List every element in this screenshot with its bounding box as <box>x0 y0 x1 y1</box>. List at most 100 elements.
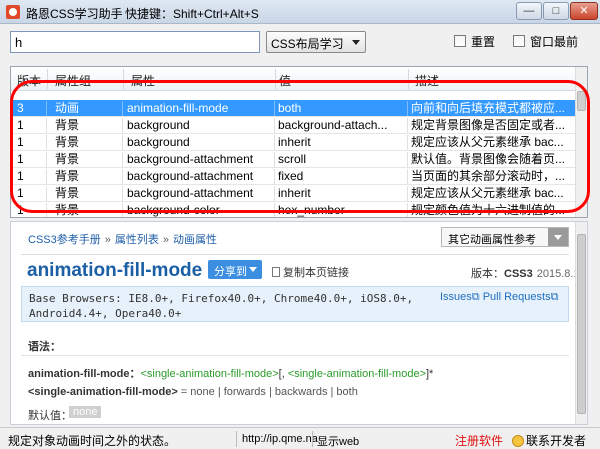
related-reference-select[interactable]: 其它动画属性参考 <box>441 227 569 247</box>
chevron-down-icon <box>352 40 360 45</box>
page-title: animation-fill-mode <box>27 260 203 281</box>
doc-panel: CSS3参考手册» 属性列表» 动画属性 其它动画属性参考 animation-fi… <box>10 221 588 425</box>
table-row[interactable]: 1 背景 background-attachment inherit 规定应该从父元素继… <box>11 185 577 202</box>
version-value: CSS3 <box>504 268 533 280</box>
cell-desc: 默认值。背景图像会随着页... <box>411 152 566 166</box>
copy-link-label: 复制本页链接 <box>283 267 349 279</box>
search-input[interactable] <box>10 31 260 53</box>
cell-value: fixed <box>274 169 408 184</box>
cell-group: 动画 <box>51 101 123 116</box>
table-scrollbar[interactable] <box>575 67 587 217</box>
breadcrumb-item[interactable]: 属性列表 <box>115 234 159 246</box>
cell-prop: background-attachment <box>123 186 275 201</box>
chevron-down-icon <box>548 228 568 246</box>
browser-support: Base Browsers: IE8.0+, Firefox40.0+, Chr… <box>29 292 414 320</box>
header-property[interactable]: 属性 <box>131 72 155 89</box>
cell-version: 1 <box>13 169 47 184</box>
breadcrumb: CSS3参考手册» 属性列表» 动画属性 <box>28 234 217 246</box>
topmost-checkbox[interactable] <box>513 35 525 47</box>
cell-version: 1 <box>13 203 47 217</box>
syntax-line-2: <single-animation-fill-mode> = none | fo… <box>28 386 358 398</box>
cell-desc: 规定颜色值为十六进制值的... <box>411 203 566 217</box>
table-row[interactable]: 1 背景 background-attachment scroll 默认值。背景图像会随… <box>11 151 577 168</box>
cell-version: 3 <box>13 101 47 116</box>
cell-group: 背景 <box>51 152 123 167</box>
topmost-label: 窗口最前 <box>530 35 579 49</box>
status-mode[interactable]: 显示web <box>317 433 359 449</box>
table-row[interactable]: 1 背景 background-attachment fixed 当页面的其余部分滚动时… <box>11 168 577 185</box>
cell-value: inherit <box>274 186 408 201</box>
table-row[interactable]: 1 背景 background-color hex_number 规定颜色值为十六进制值… <box>11 202 577 217</box>
table-row[interactable]: 1 背景 background inherit 规定应该从父元素继承 bac... <box>11 134 577 151</box>
cell-value: scroll <box>274 152 408 167</box>
reset-checkbox[interactable] <box>454 35 466 47</box>
cell-version: 1 <box>13 118 47 133</box>
cell-desc: 规定应该从父元素继承 bac... <box>411 186 564 200</box>
cell-version: 1 <box>13 186 47 201</box>
table-header: 版本 属性组 属性 值 描述 <box>11 67 577 91</box>
chevron-down-icon <box>249 267 257 272</box>
external-link-icon: ⧉ <box>550 291 559 303</box>
table-row[interactable]: 3 动画 animation-fill-mode both 向前和向后填充模式都被应..… <box>11 100 577 117</box>
cell-prop: background <box>123 118 275 133</box>
contact-developer-button[interactable]: 联系开发者 <box>512 432 586 449</box>
cell-prop: background-color <box>123 203 275 217</box>
document-icon <box>272 267 280 277</box>
maximize-button[interactable]: □ <box>543 2 569 20</box>
status-bar: 规定对象动画时间之外的状态。 http://ip.qme.na 显示web 注册… <box>0 427 600 449</box>
title-bar: 路恩CSS学习助手 快捷键：Shift+Ctrl+Alt+S — □ ✕ <box>0 0 600 24</box>
cell-desc: 当页面的其余部分滚动时，... <box>411 169 566 183</box>
related-reference-value: 其它动画属性参考 <box>448 234 536 246</box>
copy-link-button[interactable]: 复制本页链接 <box>272 264 349 280</box>
doc-scroll-thumb[interactable] <box>577 234 586 414</box>
divider <box>21 254 569 255</box>
syntax-line-1: animation-fill-mode：<single-animation-fi… <box>28 368 434 380</box>
cell-value: background-attach... <box>274 118 408 133</box>
contact-label: 联系开发者 <box>526 434 587 448</box>
header-value[interactable]: 值 <box>279 72 291 89</box>
table-row[interactable]: 1 背景 background background-attach... 规定背景图像是… <box>11 117 577 134</box>
share-label: 分享到 <box>214 266 247 278</box>
status-url[interactable]: http://ip.qme.na <box>242 433 318 445</box>
breadcrumb-item[interactable]: CSS3参考手册 <box>28 234 101 246</box>
breadcrumb-item[interactable]: 动画属性 <box>173 234 217 246</box>
status-description: 规定对象动画时间之外的状态。 <box>8 434 177 448</box>
doc-scrollbar[interactable] <box>575 222 587 424</box>
cell-value: both <box>274 101 408 116</box>
category-select-value: CSS布局学习 <box>271 37 344 51</box>
default-value: none <box>69 406 102 418</box>
cell-prop: background <box>123 135 275 150</box>
cell-desc: 规定背景图像是否固定或者... <box>411 118 566 132</box>
app-logo-icon <box>6 5 20 19</box>
cell-value: inherit <box>274 135 408 150</box>
reset-label: 重置 <box>471 35 496 49</box>
default-label: 默认值： <box>28 410 72 422</box>
external-link-icon: ⧉ <box>471 291 480 303</box>
minimize-button[interactable]: — <box>516 2 542 20</box>
cell-desc: 规定应该从父元素继承 bac... <box>411 135 564 149</box>
cell-version: 1 <box>13 152 47 167</box>
issues-link[interactable]: Issues <box>440 291 472 303</box>
header-version[interactable]: 版本 <box>17 72 41 89</box>
cell-value: hex_number <box>274 203 408 217</box>
table-scroll-thumb[interactable] <box>577 91 586 111</box>
divider <box>21 355 569 356</box>
category-select[interactable]: CSS布局学习 <box>266 31 366 53</box>
header-group[interactable]: 属性组 <box>55 72 91 89</box>
cell-version: 1 <box>13 135 47 150</box>
share-button[interactable]: 分享到 <box>208 260 262 279</box>
cell-prop: animation-fill-mode <box>123 101 275 116</box>
header-description[interactable]: 描述 <box>415 72 439 89</box>
window-title: 路恩CSS学习助手 <box>26 7 123 21</box>
browser-support-box: Base Browsers: IE8.0+, Firefox40.0+, Chr… <box>21 286 569 322</box>
close-button[interactable]: ✕ <box>570 2 598 20</box>
version-info: 版本：CSS3 2015.8.13 <box>471 268 586 280</box>
cell-group: 背景 <box>51 203 123 217</box>
property-table: 版本 属性组 属性 值 描述 3 动画 animation-fill-mode bot… <box>10 66 588 218</box>
pull-requests-link[interactable]: Pull Requests <box>483 291 551 303</box>
qq-icon <box>512 435 524 447</box>
register-link[interactable]: 注册软件 <box>455 432 503 449</box>
cell-group: 背景 <box>51 186 123 201</box>
cell-group: 背景 <box>51 169 123 184</box>
cell-prop: background-attachment <box>123 152 275 167</box>
